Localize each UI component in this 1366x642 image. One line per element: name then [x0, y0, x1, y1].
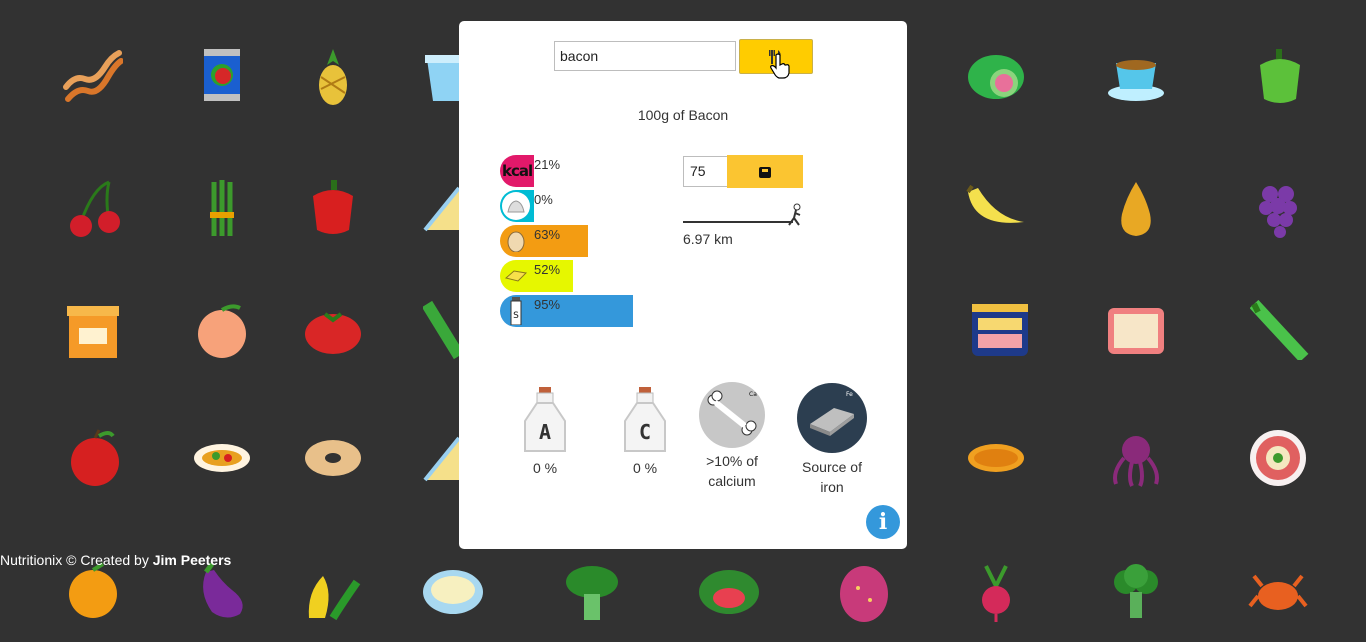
sugar-percent: 0%	[534, 192, 553, 207]
iron-ingot-icon: Fe	[797, 383, 867, 453]
radish-icon[interactable]	[966, 562, 1026, 622]
vitamin-a-bottle-icon: A	[524, 387, 566, 452]
bone-icon: Ca	[699, 382, 765, 448]
iron-symbol: Fe	[846, 391, 853, 398]
watermelon-icon[interactable]	[699, 562, 759, 622]
calcium-symbol: Ca	[749, 391, 757, 398]
peach-icon[interactable]	[192, 300, 252, 360]
candy-box-icon[interactable]	[1106, 302, 1166, 362]
broccoli-icon[interactable]	[1106, 562, 1166, 622]
nutrient-bar-salt: S 95%	[500, 295, 633, 327]
bell-pepper-green-icon[interactable]	[1250, 47, 1310, 107]
footer-credit-prefix: Nutritionix © Created by	[0, 552, 153, 568]
mineral-calcium: Ca >10% of calcium	[695, 382, 769, 491]
pineapple-icon[interactable]	[303, 47, 363, 107]
orange-icon[interactable]	[63, 562, 123, 622]
nutrient-bar-protein: 63%	[500, 225, 588, 257]
salad-plate-icon[interactable]	[192, 428, 252, 488]
hand-cursor-icon	[770, 53, 790, 79]
spinach-icon[interactable]	[562, 562, 622, 622]
rice-plate-icon[interactable]	[423, 562, 483, 622]
salt-shaker-icon: S	[502, 297, 530, 325]
tomato-icon[interactable]	[303, 300, 363, 360]
fat-percent: 52%	[534, 262, 561, 277]
egg-icon	[502, 227, 530, 255]
red-pepper-icon[interactable]	[303, 178, 363, 238]
mineral-iron: Fe Source of iron	[795, 382, 869, 497]
nutrient-bar-sugar: 0%	[500, 190, 553, 222]
bacon-icon[interactable]	[63, 47, 123, 107]
canned-tomatoes-icon[interactable]	[192, 45, 252, 105]
vitamin-a-letter: A	[539, 420, 551, 444]
celery-icon[interactable]	[1250, 300, 1310, 360]
kcal-percent: 21%	[534, 157, 561, 172]
calcium-line2: calcium	[708, 473, 756, 489]
dragonfruit-icon[interactable]	[834, 562, 894, 622]
salt-percent: 95%	[534, 297, 561, 312]
vitamin-c-value: 0 %	[632, 460, 658, 476]
unit-button[interactable]	[727, 155, 803, 188]
asparagus-icon[interactable]	[192, 178, 252, 238]
kcal-label: kcal	[502, 162, 533, 180]
protein-percent: 63%	[534, 227, 561, 242]
octopus-icon[interactable]	[1106, 428, 1166, 488]
grapes-icon[interactable]	[1250, 178, 1310, 238]
jar-icon[interactable]	[63, 300, 123, 360]
svg-text:S: S	[513, 311, 519, 321]
exercise-distance: 6.97 km	[683, 231, 733, 247]
kcal-icon: kcal	[502, 157, 533, 185]
portion-label: 100g of Bacon	[637, 107, 729, 123]
eggplant-icon[interactable]	[192, 562, 252, 622]
walking-figure-icon[interactable]	[785, 203, 805, 227]
peppers-icon[interactable]	[303, 562, 363, 622]
vitamin-a-value: 0 %	[532, 460, 558, 476]
pear-icon[interactable]	[1106, 178, 1166, 238]
cherries-icon[interactable]	[65, 178, 125, 238]
nutrition-panel: 100g of Bacon kcal 21% 0% 63% 52%	[459, 21, 907, 549]
search-input[interactable]	[554, 41, 736, 71]
iron-line2: iron	[820, 479, 844, 495]
scale-icon	[759, 166, 771, 178]
footer-credit: Nutritionix © Created by Jim Peeters	[0, 552, 231, 568]
sushi-plate-icon[interactable]	[1248, 428, 1308, 488]
vitamin-c-bottle-icon: C	[624, 387, 666, 452]
fried-food-icon[interactable]	[966, 428, 1026, 488]
info-button[interactable]: i	[866, 505, 900, 539]
sugar-icon	[502, 192, 530, 220]
tea-cup-icon[interactable]	[1106, 47, 1166, 107]
vitamin-c-letter: C	[639, 420, 651, 444]
apple-icon[interactable]	[65, 428, 125, 488]
lime-icon[interactable]	[966, 47, 1026, 107]
exercise-slider-track	[683, 221, 793, 223]
bagel-icon[interactable]	[303, 428, 363, 488]
banana-icon[interactable]	[966, 178, 1026, 238]
nutrient-bar-kcal: kcal 21%	[500, 155, 560, 187]
butter-icon	[502, 262, 530, 290]
author-link[interactable]: Jim Peeters	[153, 552, 232, 568]
nutrient-bar-fat: 52%	[500, 260, 573, 292]
vitamin-a: A 0 %	[515, 385, 575, 478]
calcium-line1: >10% of	[706, 453, 758, 469]
vitamin-c: C 0 %	[615, 385, 675, 478]
quantity-input[interactable]	[683, 156, 729, 187]
spam-icon[interactable]	[970, 300, 1030, 360]
iron-line1: Source of	[802, 459, 862, 475]
crab-icon[interactable]	[1248, 562, 1308, 622]
